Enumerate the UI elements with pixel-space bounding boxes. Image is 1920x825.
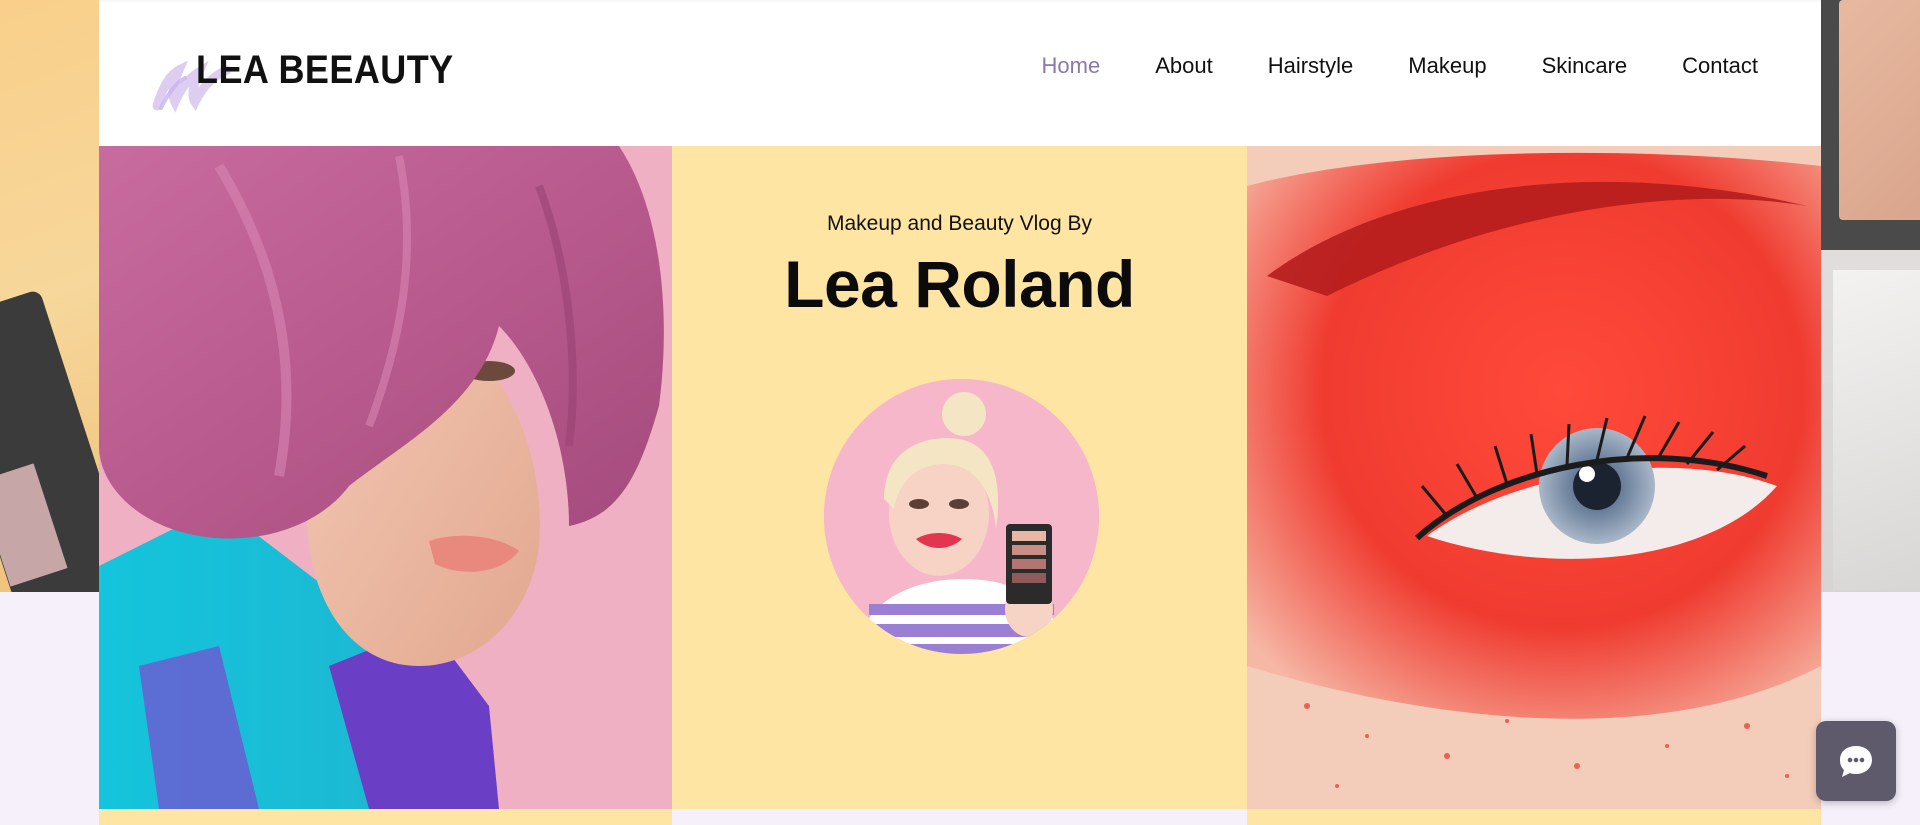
chat-bubble-icon bbox=[1840, 746, 1872, 777]
background-photo-left bbox=[0, 0, 99, 592]
nav-item-hairstyle[interactable]: Hairstyle bbox=[1268, 53, 1354, 79]
pink-haired-model-photo bbox=[99, 146, 672, 809]
main-nav: Home About Hairstyle Makeup Skincare Con… bbox=[987, 53, 1758, 79]
page-container: LEA BEEAUTY Home About Hairstyle Makeup … bbox=[99, 0, 1821, 825]
nav-item-home[interactable]: Home bbox=[1042, 53, 1101, 79]
hero-intro-panel: Makeup and Beauty Vlog By Lea Roland bbox=[672, 146, 1247, 809]
section-strip-right bbox=[1247, 809, 1821, 825]
hero-image-left bbox=[99, 146, 672, 809]
section-strip-center bbox=[672, 809, 1247, 825]
nav-item-contact[interactable]: Contact bbox=[1682, 53, 1758, 79]
nav-item-skincare[interactable]: Skincare bbox=[1542, 53, 1628, 79]
section-strip-left bbox=[99, 809, 672, 825]
site-logo[interactable]: LEA BEEAUTY bbox=[149, 36, 453, 116]
site-header: LEA BEEAUTY Home About Hairstyle Makeup … bbox=[99, 0, 1821, 146]
red-eye-makeup-closeup-photo bbox=[1247, 146, 1821, 809]
portrait-image bbox=[824, 379, 1099, 654]
nav-item-makeup[interactable]: Makeup bbox=[1408, 53, 1486, 79]
background-lavender-left bbox=[0, 592, 99, 825]
background-photo-right bbox=[1821, 0, 1920, 592]
hero-image-right bbox=[1247, 146, 1821, 809]
blonde-woman-with-palette-photo bbox=[824, 379, 1099, 654]
chat-button[interactable] bbox=[1816, 721, 1896, 801]
hero-name: Lea Roland bbox=[784, 247, 1135, 321]
hero-subtitle: Makeup and Beauty Vlog By bbox=[826, 212, 1092, 235]
nav-item-about[interactable]: About bbox=[1155, 53, 1213, 79]
logo-text: LEA BEEAUTY bbox=[196, 48, 454, 92]
